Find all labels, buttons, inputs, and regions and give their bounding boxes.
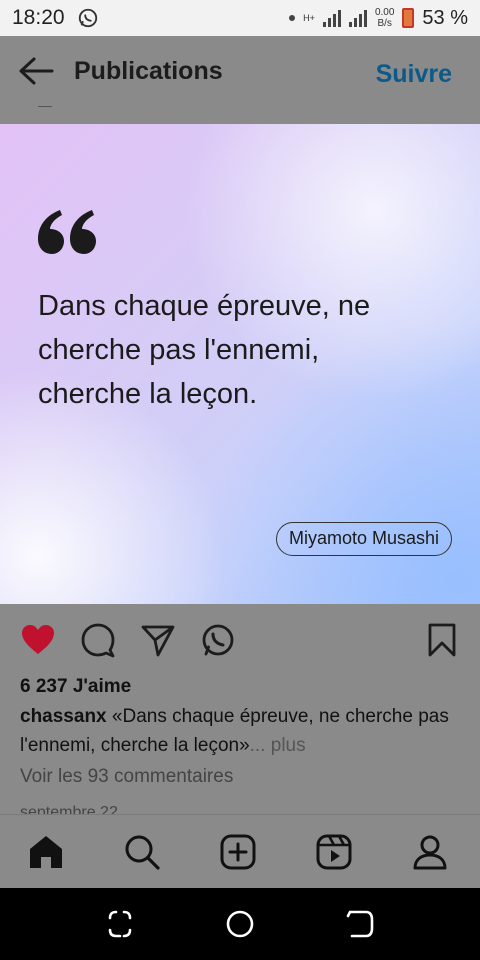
signal-strength-icon [322, 9, 341, 27]
network-type: H+ [303, 12, 315, 23]
whatsapp-notification-icon [78, 8, 97, 28]
quote-line: Dans chaque épreuve, ne [38, 290, 371, 322]
send-icon[interactable] [140, 622, 176, 658]
signal-strength-icon-2 [348, 9, 367, 27]
caption-username[interactable]: chassanx [20, 706, 107, 727]
profile-icon[interactable] [411, 833, 449, 871]
home-icon[interactable] [27, 833, 65, 871]
heart-icon[interactable] [20, 622, 56, 658]
page-title: Publications [74, 57, 223, 85]
status-time: 18:20 [12, 6, 65, 29]
notification-dot-icon [289, 15, 296, 21]
back-button-icon[interactable] [344, 908, 376, 940]
quote-line: cherche pas l'ennemi, [38, 334, 320, 366]
post-caption: chassanx «Dans chaque épreuve, ne cherch… [20, 702, 460, 760]
author-badge: Miyamoto Musashi [276, 522, 453, 556]
quote-line: cherche la leçon. [38, 378, 258, 410]
recent-apps-icon[interactable] [104, 908, 136, 940]
post-image[interactable]: Dans chaque épreuve, ne cherche pas l'en… [0, 124, 480, 604]
view-comments-link[interactable]: Voir les 93 commentaires [20, 766, 233, 788]
search-icon[interactable] [123, 833, 161, 871]
battery-icon [402, 8, 415, 28]
system-nav-bar [0, 888, 480, 960]
network-speed-value: 0.00 [374, 7, 395, 18]
action-bar [0, 604, 480, 674]
top-bar: Publications Suivre [0, 36, 480, 124]
battery-percent: 53 % [422, 6, 468, 29]
quote-text: Dans chaque épreuve, ne cherche pas l'en… [38, 284, 458, 416]
network-speed: 0.00 B/s [375, 7, 394, 29]
status-bar: 18:20 H+ 0.00 B/s 53 % [0, 0, 480, 36]
network-speed-unit: B/s [377, 18, 392, 29]
post-date: septembre 22 [20, 804, 118, 814]
whatsapp-icon[interactable] [200, 622, 236, 658]
reels-icon[interactable] [315, 833, 353, 871]
bookmark-icon[interactable] [424, 622, 460, 658]
divider [38, 106, 52, 107]
add-post-icon[interactable] [219, 833, 257, 871]
likes-count[interactable]: 6 237 J'aime [20, 676, 131, 698]
follow-button[interactable]: Suivre [376, 60, 452, 89]
bottom-nav [0, 814, 480, 888]
back-arrow-icon[interactable] [16, 54, 56, 88]
caption-more-link[interactable]: ... plus [250, 735, 306, 756]
home-button-icon[interactable] [224, 908, 256, 940]
comment-icon[interactable] [80, 622, 116, 658]
quote-mark-icon [38, 210, 96, 254]
